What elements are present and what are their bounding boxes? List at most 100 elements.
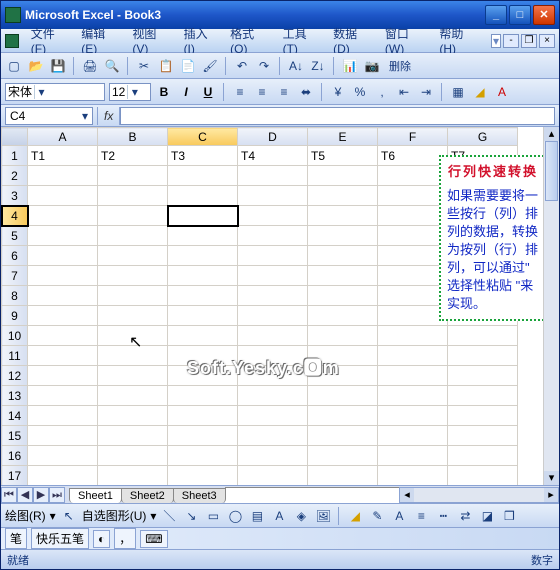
fill-icon[interactable]: ◢	[346, 507, 364, 525]
new-icon[interactable]: ▢	[5, 57, 23, 75]
select-objects-icon[interactable]: ↖	[60, 507, 78, 525]
arrow-style-icon[interactable]: ⇄	[456, 507, 474, 525]
row-header[interactable]: 17	[2, 466, 28, 486]
format-painter-icon[interactable]: 🖌	[201, 57, 219, 75]
dash-style-icon[interactable]: ┅	[434, 507, 452, 525]
open-icon[interactable]: 📂	[27, 57, 45, 75]
vertical-scrollbar[interactable]: ▴ ▾	[543, 127, 559, 485]
align-left-icon[interactable]: ≡	[231, 83, 249, 101]
decrease-indent-icon[interactable]: ⇤	[395, 83, 413, 101]
sort-desc-icon[interactable]: Z↓	[309, 57, 327, 75]
scroll-left-icon[interactable]: ◂	[400, 488, 414, 502]
scroll-right-icon[interactable]: ▸	[544, 488, 558, 502]
col-header[interactable]: G	[448, 128, 518, 146]
oval-icon[interactable]: ◯	[226, 507, 244, 525]
preview-icon[interactable]: 🔍	[103, 57, 121, 75]
underline-button[interactable]: U	[199, 83, 217, 101]
ime-punct[interactable]: ，	[114, 528, 136, 549]
row-header[interactable]: 9	[2, 306, 28, 326]
col-header[interactable]: F	[378, 128, 448, 146]
clipart-icon[interactable]: 🖼	[314, 507, 332, 525]
ime-softkbd[interactable]: ⌨	[140, 530, 167, 548]
scroll-thumb[interactable]	[545, 141, 558, 201]
row-header[interactable]: 6	[2, 246, 28, 266]
comma-icon[interactable]: ,	[373, 83, 391, 101]
type-question-box[interactable]: ▾	[491, 34, 501, 48]
tab-nav-last[interactable]: ⏭	[49, 487, 65, 503]
fx-label[interactable]: fx	[97, 107, 120, 125]
ime-fullwidth[interactable]: ◐	[93, 530, 110, 548]
ime-name[interactable]: 快乐五笔	[31, 528, 89, 549]
draw-menu[interactable]: 绘图(R)	[5, 507, 46, 524]
cell[interactable]: T6	[378, 146, 448, 166]
cell[interactable]: T5	[308, 146, 378, 166]
borders-icon[interactable]: ▦	[449, 83, 467, 101]
arrow-icon[interactable]: ↘	[182, 507, 200, 525]
align-right-icon[interactable]: ≡	[275, 83, 293, 101]
select-all-corner[interactable]	[2, 128, 28, 146]
row-header[interactable]: 5	[2, 226, 28, 246]
chart-icon[interactable]: 📊	[341, 57, 359, 75]
mdi-restore[interactable]: ❐	[521, 34, 537, 48]
row-header[interactable]: 16	[2, 446, 28, 466]
textbox-icon[interactable]: ▤	[248, 507, 266, 525]
col-header[interactable]: D	[238, 128, 308, 146]
cell[interactable]: T4	[238, 146, 308, 166]
merge-center-icon[interactable]: ⬌	[297, 83, 315, 101]
cell[interactable]: T1	[28, 146, 98, 166]
cell[interactable]: T2	[98, 146, 168, 166]
shadow-icon[interactable]: ◪	[478, 507, 496, 525]
undo-icon[interactable]: ↶	[233, 57, 251, 75]
tab-nav-prev[interactable]: ◀	[17, 487, 33, 503]
col-header[interactable]: A	[28, 128, 98, 146]
rectangle-icon[interactable]: ▭	[204, 507, 222, 525]
row-header[interactable]: 2	[2, 166, 28, 186]
maximize-button[interactable]: □	[509, 5, 531, 25]
fill-color-icon[interactable]: ◢	[471, 83, 489, 101]
sheet-tab-active[interactable]: Sheet1	[69, 488, 122, 503]
horizontal-scrollbar[interactable]: ◂ ▸	[399, 487, 559, 503]
paste-icon[interactable]: 📄	[179, 57, 197, 75]
line-icon[interactable]: ＼	[160, 507, 178, 525]
cell[interactable]: T3	[168, 146, 238, 166]
row-header[interactable]: 1	[2, 146, 28, 166]
delete-label[interactable]: 删除	[389, 58, 411, 74]
italic-button[interactable]: I	[177, 83, 195, 101]
formula-input[interactable]	[120, 107, 555, 125]
col-header[interactable]: B	[98, 128, 168, 146]
camera-icon[interactable]: 📷	[363, 57, 381, 75]
copy-icon[interactable]: 📋	[157, 57, 175, 75]
print-icon[interactable]: 🖨	[81, 57, 99, 75]
sort-asc-icon[interactable]: A↓	[287, 57, 305, 75]
row-header[interactable]: 15	[2, 426, 28, 446]
row-header[interactable]: 10	[2, 326, 28, 346]
minimize-button[interactable]: _	[485, 5, 507, 25]
sheet-tab[interactable]: Sheet3	[173, 488, 226, 503]
font-color-icon[interactable]: A	[390, 507, 408, 525]
line-style-icon[interactable]: ≡	[412, 507, 430, 525]
row-header[interactable]: 7	[2, 266, 28, 286]
tab-nav-next[interactable]: ▶	[33, 487, 49, 503]
wordart-icon[interactable]: A	[270, 507, 288, 525]
scroll-up-icon[interactable]: ▴	[544, 127, 559, 141]
font-color-icon[interactable]: A	[493, 83, 511, 101]
scroll-down-icon[interactable]: ▾	[544, 471, 559, 485]
diagram-icon[interactable]: ◈	[292, 507, 310, 525]
row-header[interactable]: 8	[2, 286, 28, 306]
bold-button[interactable]: B	[155, 83, 173, 101]
mdi-close[interactable]: ×	[539, 34, 555, 48]
cut-icon[interactable]: ✂	[135, 57, 153, 75]
mdi-minimize[interactable]: -	[503, 34, 519, 48]
ime-toggle[interactable]: 笔	[5, 528, 27, 549]
increase-indent-icon[interactable]: ⇥	[417, 83, 435, 101]
font-size-combo[interactable]: 12▾	[109, 83, 151, 101]
autoshapes-menu[interactable]: 自选图形(U)	[82, 507, 147, 524]
row-header[interactable]: 11	[2, 346, 28, 366]
font-name-combo[interactable]: 宋体▾	[5, 83, 105, 101]
name-box[interactable]: C4▾	[5, 107, 93, 125]
row-header[interactable]: 12	[2, 366, 28, 386]
align-center-icon[interactable]: ≡	[253, 83, 271, 101]
col-header-selected[interactable]: C	[168, 128, 238, 146]
active-cell[interactable]	[168, 206, 238, 226]
sheet-tab[interactable]: Sheet2	[121, 488, 174, 503]
